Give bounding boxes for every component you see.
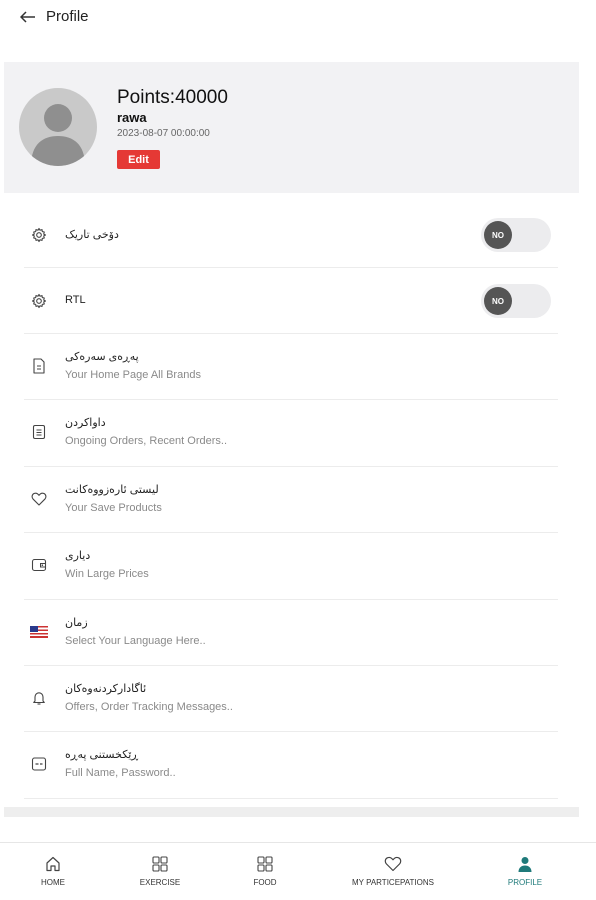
menu-item-title: پەڕەی سەرەکی	[65, 351, 139, 363]
menu-item-title: ئاگادارکردنەوەکان	[65, 682, 147, 695]
tab-my-participations[interactable]: MY PARTICEPATIONS	[345, 843, 441, 899]
tab-label: FOOD	[253, 878, 277, 887]
home-icon	[43, 854, 63, 874]
tab-label: HOME	[41, 878, 65, 887]
menu-item-account-settings[interactable]: ڕێکخستنی پەڕە Full Name, Password..	[24, 732, 558, 799]
edit-button[interactable]: Edit	[117, 150, 160, 169]
rtl-label: RTL	[65, 294, 86, 306]
bottom-tab-bar: HOME EXERCISE FOOD MY PARTICEPATIONS PRO…	[0, 842, 596, 898]
page-title: Profile	[46, 8, 89, 25]
dark-mode-label: دۆخی تاریک	[65, 229, 119, 241]
menu-item-gifts[interactable]: دیاری Win Large Prices	[24, 533, 558, 600]
toggle-knob: NO	[484, 287, 512, 315]
tab-exercise[interactable]: EXERCISE	[130, 843, 190, 899]
menu-item-subtitle: Select Your Language Here..	[65, 634, 206, 647]
wallet-icon	[30, 556, 48, 574]
avatar	[19, 88, 97, 166]
points-label: Points:40000	[117, 87, 228, 108]
back-arrow-icon[interactable]	[18, 7, 38, 27]
heart-icon	[383, 854, 403, 874]
profile-card: Points:40000 rawa 2023-08-07 00:00:00 Ed…	[4, 62, 579, 193]
menu-item-language[interactable]: زمان Select Your Language Here..	[24, 600, 558, 666]
person-icon	[515, 854, 535, 874]
menu-item-notifications[interactable]: ئاگادارکردنەوەکان Offers, Order Tracking…	[24, 666, 558, 733]
menu-item-subtitle: Your Save Products	[65, 501, 162, 514]
menu-item-title: لیستی ئارەزووەکانت	[65, 483, 159, 496]
rtl-row: RTL NO	[24, 268, 558, 334]
bell-icon	[30, 689, 48, 707]
document-icon	[30, 357, 48, 375]
card-icon	[30, 755, 48, 773]
toggle-knob: NO	[484, 221, 512, 249]
tab-label: PROFILE	[507, 878, 543, 887]
menu-item-title: زمان	[65, 616, 88, 629]
menu-item-title: داواکردن	[65, 417, 106, 430]
menu-item-wishlist[interactable]: لیستی ئارەزووەکانت Your Save Products	[24, 467, 558, 534]
profile-date: 2023-08-07 00:00:00	[117, 128, 210, 139]
username: rawa	[117, 110, 147, 125]
menu-item-title: دیاری	[65, 550, 91, 563]
tab-label: EXERCISE	[139, 878, 181, 887]
menu-item-subtitle: Win Large Prices	[65, 568, 149, 581]
gear-icon	[30, 226, 48, 244]
menu-item-subtitle: Full Name, Password..	[65, 767, 176, 780]
tab-food[interactable]: FOOD	[244, 843, 286, 899]
menu-item-home-page[interactable]: پەڕەی سەرەکی Your Home Page All Brands	[24, 334, 558, 401]
tab-profile[interactable]: PROFILE	[500, 843, 550, 899]
heart-icon	[30, 490, 48, 508]
grid-icon	[255, 854, 275, 874]
list-icon	[30, 423, 48, 441]
menu-item-subtitle: Offers, Order Tracking Messages..	[65, 700, 233, 713]
menu-item-subtitle: Ongoing Orders, Recent Orders..	[65, 435, 228, 448]
app-bar: Profile	[0, 0, 596, 36]
menu-item-subtitle: Your Home Page All Brands	[65, 369, 201, 381]
gear-icon	[30, 292, 48, 310]
dark-mode-row: دۆخی تاریک NO	[24, 202, 558, 268]
tab-label: MY PARTICEPATIONS	[352, 878, 434, 887]
tab-home[interactable]: HOME	[30, 843, 76, 899]
settings-menu: دۆخی تاریک NO RTL NO پەڕەی سەرەکی Your H…	[24, 202, 558, 799]
menu-item-title: ڕێکخستنی پەڕە	[65, 749, 139, 762]
rtl-toggle[interactable]: NO	[481, 284, 551, 318]
dark-mode-toggle[interactable]: NO	[481, 218, 551, 252]
section-divider	[4, 807, 579, 817]
grid-icon	[150, 854, 170, 874]
us-flag-icon	[30, 623, 48, 641]
menu-item-orders[interactable]: داواکردن Ongoing Orders, Recent Orders..	[24, 400, 558, 467]
